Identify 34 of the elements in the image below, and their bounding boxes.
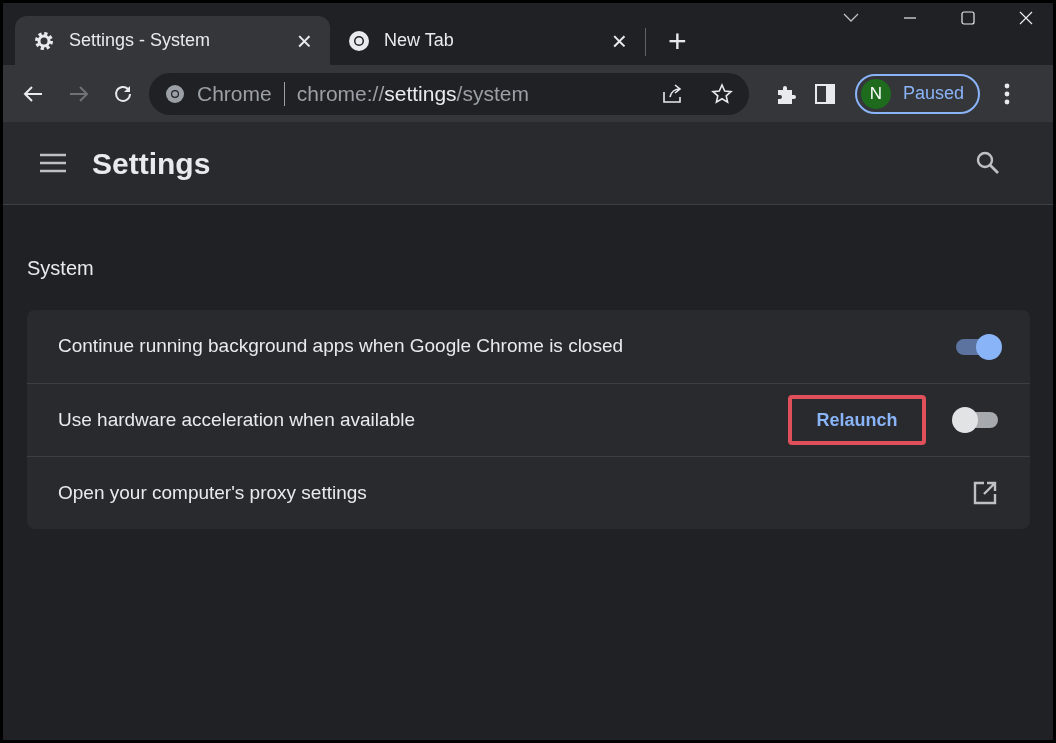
setting-label: Open your computer's proxy settings	[58, 480, 368, 505]
new-tab-button[interactable]: +	[668, 25, 687, 57]
browser-tab[interactable]: Settings - System ×	[15, 16, 330, 65]
reload-icon[interactable]	[113, 83, 133, 104]
address-bar[interactable]: Chrome chrome://settings/system	[149, 72, 749, 115]
close-icon[interactable]	[1019, 11, 1033, 25]
tab-close-button[interactable]: ×	[611, 27, 627, 54]
chrome-logo-icon	[165, 83, 185, 104]
avatar: N	[861, 78, 891, 109]
site-label: Chrome	[197, 80, 272, 107]
search-icon[interactable]	[976, 151, 1000, 175]
setting-label: Continue running background apps when Google Chrome is closed	[58, 334, 625, 359]
menu-icon[interactable]	[40, 153, 66, 173]
page-title: Settings	[92, 145, 212, 182]
chevron-down-icon[interactable]	[843, 13, 859, 23]
more-options-icon[interactable]	[1004, 82, 1011, 105]
side-panel-icon[interactable]	[815, 83, 835, 104]
profile-status: Paused	[903, 82, 965, 105]
gear-icon	[33, 29, 55, 52]
star-icon[interactable]	[711, 82, 733, 105]
external-link-icon[interactable]	[973, 481, 997, 505]
setting-label: Use hardware acceleration when available	[58, 407, 416, 432]
tab-close-button[interactable]: ×	[296, 27, 312, 54]
share-icon[interactable]	[661, 83, 683, 104]
url-text: chrome://settings/system	[296, 80, 530, 107]
section-title: System	[27, 256, 95, 281]
maximize-icon[interactable]	[961, 11, 975, 25]
chrome-logo-icon	[348, 29, 370, 52]
tab-title: Settings - System	[69, 29, 212, 52]
back-arrow-icon[interactable]	[23, 84, 43, 103]
profile-button[interactable]: N Paused	[855, 73, 981, 114]
browser-tab[interactable]: New Tab ×	[330, 16, 645, 65]
tab-title: New Tab	[384, 29, 455, 52]
relaunch-button[interactable]: Relaunch	[788, 395, 926, 445]
